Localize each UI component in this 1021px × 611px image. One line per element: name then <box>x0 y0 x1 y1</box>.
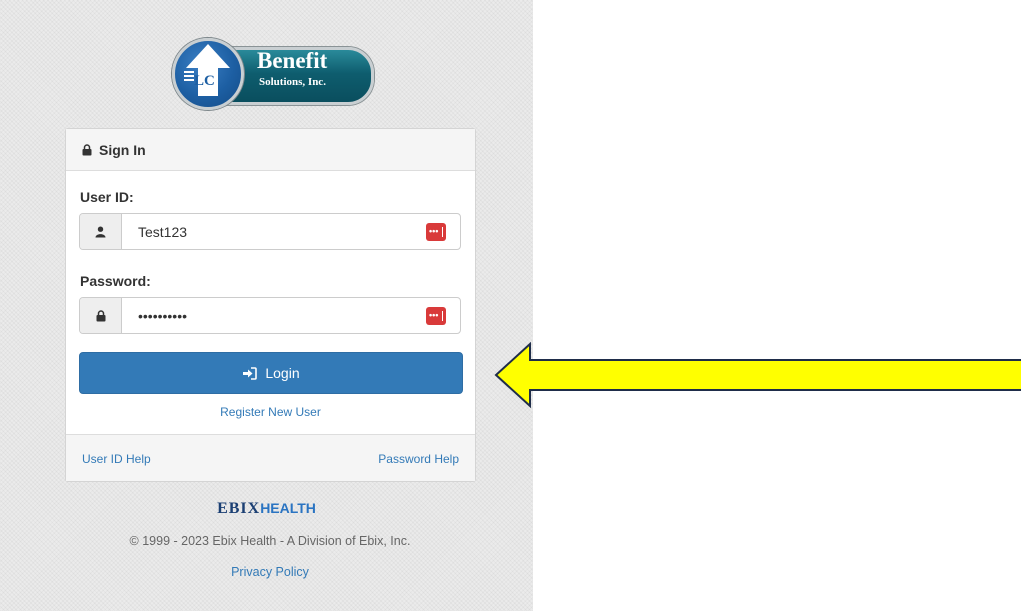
login-button[interactable]: Login <box>79 352 463 394</box>
user-id-label: User ID: <box>80 189 134 205</box>
panel-heading: Sign In <box>66 129 475 171</box>
panel-footer: User ID Help Password Help <box>66 434 475 481</box>
lock-icon <box>82 143 92 155</box>
password-manager-icon[interactable]: ••• <box>426 222 446 241</box>
health-brand: HEALTH <box>260 500 316 516</box>
panel-title: Sign In <box>99 141 146 158</box>
password-manager-icon-2[interactable]: ••• <box>426 306 446 325</box>
sign-in-panel: Sign In User ID: ••• Password: ••• <box>65 128 476 482</box>
arrow-callout-icon <box>494 342 1021 408</box>
user-id-input[interactable] <box>122 214 426 249</box>
copyright-text: © 1999 - 2023 Ebix Health - A Division o… <box>129 534 411 548</box>
user-icon <box>95 226 106 237</box>
logo-subtitle: Solutions, Inc. <box>259 76 326 88</box>
logo-monogram: LC <box>194 73 215 89</box>
login-button-label: Login <box>265 365 300 381</box>
password-input[interactable] <box>122 298 426 333</box>
privacy-policy-link[interactable]: Privacy Policy <box>0 565 540 579</box>
password-label: Password: <box>80 273 151 289</box>
password-addon <box>80 298 122 333</box>
user-id-help-link[interactable]: User ID Help <box>82 452 151 466</box>
logo-arrow-icon: LC <box>184 44 230 96</box>
ebix-brand: EBIX <box>217 500 261 517</box>
password-help-link[interactable]: Password Help <box>378 452 459 466</box>
password-group: ••• <box>79 297 461 334</box>
user-addon <box>80 214 122 249</box>
register-link[interactable]: Register New User <box>66 405 475 419</box>
company-logo: LC Benefit Solutions, Inc. <box>172 38 374 110</box>
logo-title: Benefit <box>257 48 328 73</box>
login-icon <box>243 366 258 380</box>
password-lock-icon <box>96 309 105 321</box>
user-id-group: ••• <box>79 213 461 250</box>
ebix-health-logo: EBIXHEALTH <box>0 500 533 518</box>
